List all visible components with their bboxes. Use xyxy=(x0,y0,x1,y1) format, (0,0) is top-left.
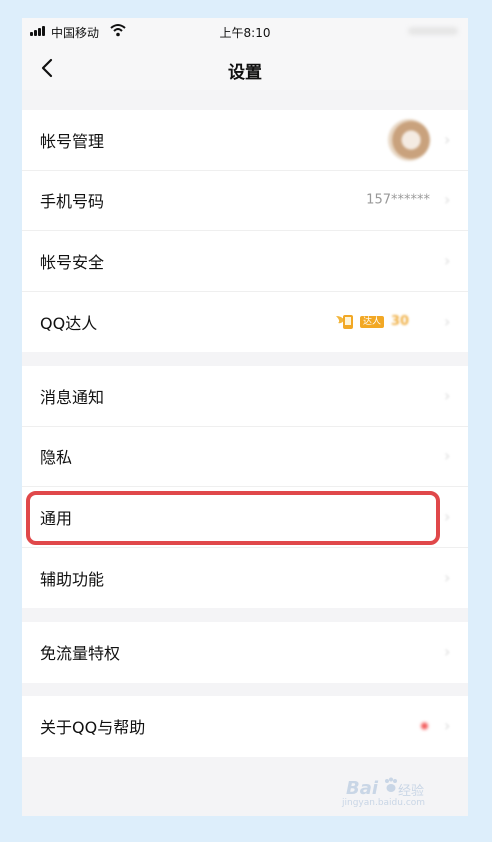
row-message-notification[interactable]: 消息通知 › xyxy=(22,366,468,427)
highlight-box xyxy=(26,491,440,545)
row-phone-number[interactable]: 手机号码 157****** › xyxy=(22,171,468,231)
row-label: 隐私 xyxy=(40,448,73,468)
clock: 上午8:10 xyxy=(219,26,271,40)
chevron-right-icon: › xyxy=(444,129,451,149)
chevron-right-icon: › xyxy=(444,385,451,405)
chevron-right-icon: › xyxy=(444,567,451,587)
chevron-right-icon: › xyxy=(444,190,451,210)
row-label: 手机号码 xyxy=(40,192,105,212)
daren-badge: 达人 30 xyxy=(334,310,430,334)
chevron-right-icon: › xyxy=(444,506,451,526)
row-accessibility[interactable]: 辅助功能 › xyxy=(22,548,468,609)
watermark-suffix: 经验 xyxy=(398,784,425,799)
row-account-management[interactable]: 帐号管理 › xyxy=(22,110,468,171)
settings-group-privileges: 免流量特权 › xyxy=(22,622,468,683)
page-title: 设置 xyxy=(228,63,262,83)
settings-group-general: 消息通知 › 隐私 › 通用 › 辅助功能 › xyxy=(22,366,468,608)
row-label: QQ达人 xyxy=(40,313,98,333)
row-label: 消息通知 xyxy=(40,387,105,407)
row-label: 帐号管理 xyxy=(40,131,105,151)
settings-group-about: 关于QQ与帮助 › xyxy=(22,696,468,757)
phone-screen: 中国移动 上午8:10 设置 帐号管理 › 手机号码 157****** › 帐… xyxy=(22,18,468,816)
row-label: 关于QQ与帮助 xyxy=(40,718,146,738)
row-privacy[interactable]: 隐私 › xyxy=(22,427,468,487)
chevron-right-icon: › xyxy=(444,311,451,331)
row-about-help[interactable]: 关于QQ与帮助 › xyxy=(22,696,468,757)
row-label: 辅助功能 xyxy=(40,569,105,589)
daren-days: 30 xyxy=(391,313,410,329)
settings-group-account: 帐号管理 › 手机号码 157****** › 帐号安全 › QQ达人 达人 3… xyxy=(22,110,468,352)
chevron-right-icon: › xyxy=(444,642,451,662)
battery-icon xyxy=(408,27,458,35)
avatar xyxy=(388,118,430,161)
watermark: Bai 经验 jingyan.baidu.com xyxy=(338,772,438,812)
row-free-data-privilege[interactable]: 免流量特权 › xyxy=(22,622,468,683)
phone-number-value: 157****** xyxy=(366,192,430,208)
chevron-right-icon: › xyxy=(444,716,451,736)
chevron-right-icon: › xyxy=(444,250,451,270)
row-qq-daren[interactable]: QQ达人 达人 30 › xyxy=(22,292,468,353)
status-bar: 中国移动 上午8:10 xyxy=(22,18,468,46)
daren-label: 达人 xyxy=(360,315,385,328)
notification-dot xyxy=(421,722,428,730)
watermark-brand: Bai xyxy=(346,778,379,799)
row-label: 免流量特权 xyxy=(40,644,121,664)
watermark-url: jingyan.baidu.com xyxy=(342,798,426,808)
row-account-security[interactable]: 帐号安全 › xyxy=(22,231,468,292)
row-label: 帐号安全 xyxy=(40,252,105,272)
nav-bar: 设置 xyxy=(22,46,468,90)
chevron-right-icon: › xyxy=(444,446,451,466)
